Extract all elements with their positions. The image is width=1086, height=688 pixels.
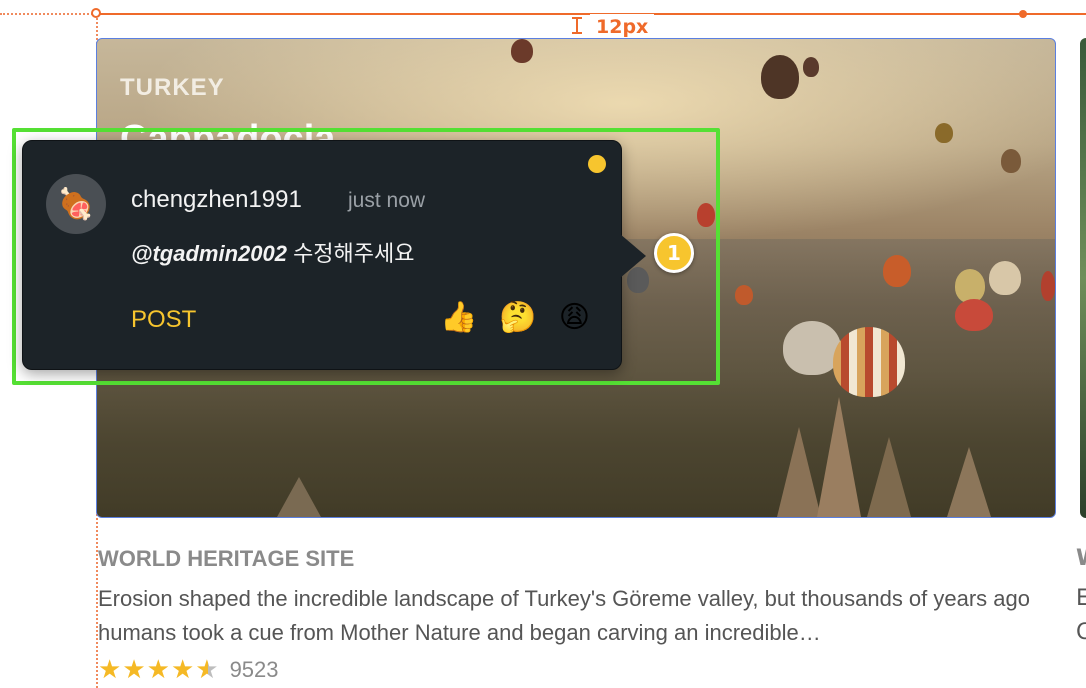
half-star-icon: ★ xyxy=(195,655,219,685)
avatar[interactable]: 🍖 xyxy=(46,174,106,234)
balloon xyxy=(803,57,819,77)
popover-arrow xyxy=(620,234,646,278)
balloon xyxy=(955,269,985,303)
unread-status-dot xyxy=(588,155,606,173)
balloon xyxy=(735,285,753,305)
star-icon: ★ xyxy=(146,655,170,685)
card-rating: ★ ★ ★ ★ ★ 9523 xyxy=(98,657,279,683)
weary-face-icon[interactable]: 😩 xyxy=(559,300,590,336)
balloon xyxy=(989,261,1021,295)
spacing-icon xyxy=(572,17,582,34)
balloon xyxy=(511,39,533,63)
card-country-label: TURKEY xyxy=(120,74,225,101)
avatar-icon: 🍖 xyxy=(57,186,95,222)
next-card-image[interactable] xyxy=(1080,38,1086,518)
comment-text: 수정해주세요 xyxy=(286,241,415,266)
balloon xyxy=(935,123,953,143)
comment-pin[interactable]: 1 xyxy=(654,233,694,273)
balloon xyxy=(883,255,911,287)
spacing-measure-label: 12px xyxy=(590,14,655,40)
star-icon: ★ xyxy=(170,655,195,685)
comment-mention[interactable]: @tgadmin2002 xyxy=(131,241,287,266)
star-icon: ★ xyxy=(122,655,146,685)
card-description: Erosion shaped the incredible landscape … xyxy=(98,586,1031,645)
thinking-face-icon[interactable]: 🤔 xyxy=(499,300,536,336)
balloon xyxy=(1041,271,1055,301)
next-card-category: W xyxy=(1076,546,1086,571)
rock-formation xyxy=(777,427,821,517)
comment-timestamp: just now xyxy=(348,189,426,212)
balloon xyxy=(833,327,905,397)
reaction-bar: 👍 🤔 😩 xyxy=(440,300,590,336)
card-category: WORLD HERITAGE SITE xyxy=(98,546,355,571)
guide-anchor-right xyxy=(1019,10,1027,18)
post-button[interactable]: POST xyxy=(131,306,196,334)
guide-dotted-horizontal xyxy=(0,13,96,15)
balloon xyxy=(1001,149,1021,173)
comment-message: @tgadmin2002 수정해주세요 xyxy=(131,236,415,268)
rock-formation xyxy=(277,477,321,517)
next-card-desc-line: C xyxy=(1076,620,1086,645)
balloon xyxy=(761,55,799,99)
star-icon: ★ xyxy=(98,655,122,685)
rock-formation xyxy=(947,447,991,517)
rating-count: 9523 xyxy=(229,657,279,682)
comment-username[interactable]: chengzhen1991 xyxy=(131,186,302,214)
next-card-desc-line: E xyxy=(1076,586,1086,611)
balloon xyxy=(955,299,993,331)
next-card-description: E C xyxy=(1076,582,1086,650)
guide-anchor-left xyxy=(91,8,101,18)
thumbs-up-icon[interactable]: 👍 xyxy=(440,300,477,336)
rock-formation xyxy=(867,437,911,517)
rock-formation xyxy=(817,397,861,517)
